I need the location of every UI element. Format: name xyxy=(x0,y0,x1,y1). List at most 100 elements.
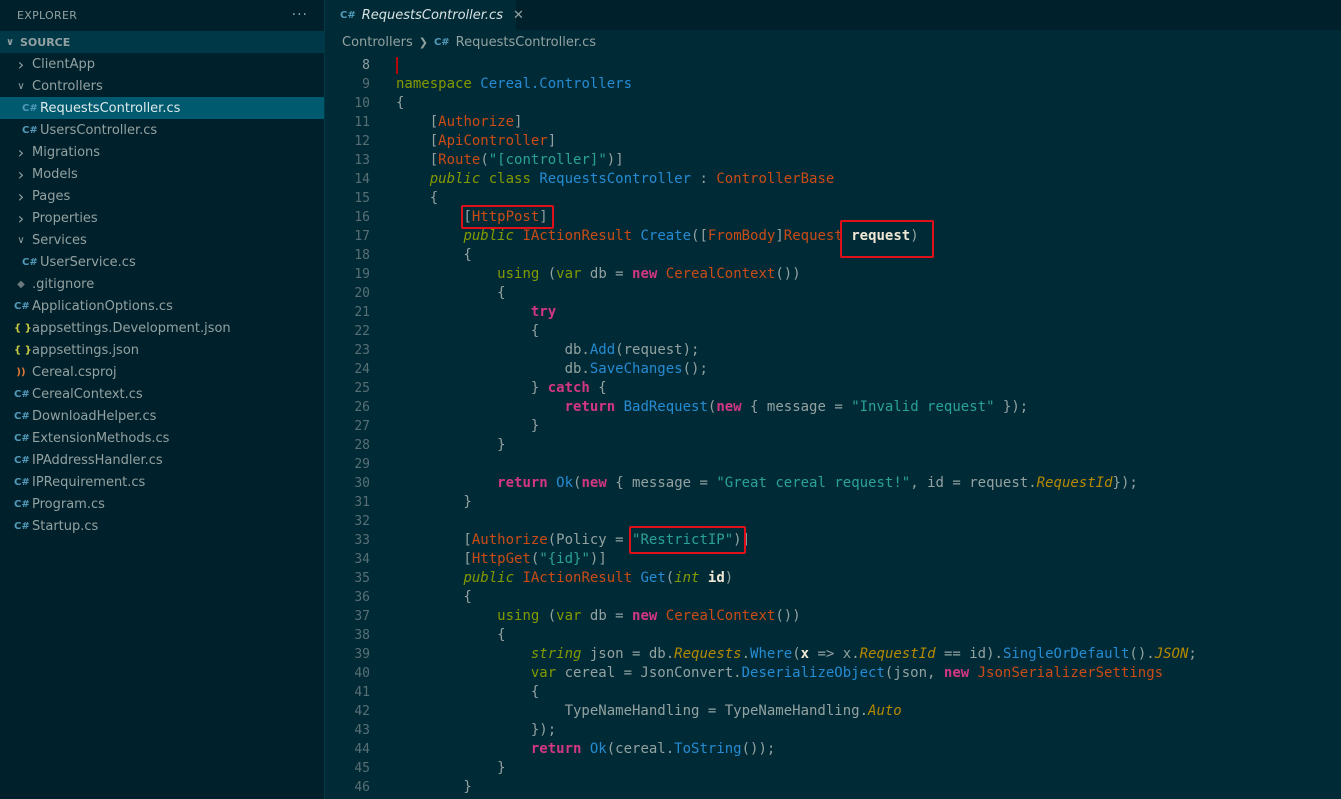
line-number: 35 xyxy=(354,571,370,586)
folder-models[interactable]: › Models xyxy=(0,163,324,185)
file-program-cs[interactable]: C# Program.cs xyxy=(0,493,324,515)
code-line[interactable] xyxy=(396,455,1341,474)
code-line[interactable]: } xyxy=(396,759,1341,778)
file-appsettings-development-json[interactable]: { } appsettings.Development.json xyxy=(0,317,324,339)
line-number: 38 xyxy=(354,628,370,643)
cs-file-icon: C# xyxy=(14,410,30,422)
code-token: [ xyxy=(396,551,472,567)
code-line[interactable]: db.Add(request); xyxy=(396,341,1341,360)
code-line[interactable]: namespace Cereal.Controllers xyxy=(396,75,1341,94)
chevron-down-icon: ∨ xyxy=(17,234,25,246)
code-line[interactable]: { xyxy=(396,322,1341,341)
code-line[interactable]: } xyxy=(396,493,1341,512)
line-number: 39 xyxy=(354,647,370,662)
file-applicationoptions-cs[interactable]: C# ApplicationOptions.cs xyxy=(0,295,324,317)
folder-controllers[interactable]: ∨ Controllers xyxy=(0,75,324,97)
code-line[interactable]: public class RequestsController : Contro… xyxy=(396,170,1341,189)
code-line[interactable]: { xyxy=(396,94,1341,113)
code-token: ( xyxy=(480,152,489,168)
code-line[interactable] xyxy=(396,56,1341,75)
code-editor[interactable]: 8 9 10 11 12 13 14 15 16 17 18 19 20 21 22 23 24 25 26 27 28… xyxy=(326,56,1341,799)
line-number: 13 xyxy=(354,153,370,168)
code-line[interactable]: [ApiController] xyxy=(396,132,1341,151)
folder-clientapp[interactable]: › ClientApp xyxy=(0,53,324,75)
code-line[interactable]: [Authorize(Policy = "RestrictIP")] xyxy=(396,531,1341,550)
code-token: Authorize xyxy=(438,114,515,130)
code-token: } xyxy=(396,418,540,434)
code-line[interactable]: [Route("[controller]")] xyxy=(396,151,1341,170)
line-number: 40 xyxy=(354,666,370,681)
code-line[interactable]: { xyxy=(396,683,1341,702)
code-line[interactable]: { xyxy=(396,626,1341,645)
code-line[interactable]: return Ok(cereal.ToString()); xyxy=(396,740,1341,759)
code-token: { message = xyxy=(615,475,717,491)
file-downloadhelper-cs[interactable]: C# DownloadHelper.cs xyxy=(0,405,324,427)
code-line[interactable]: try xyxy=(396,303,1341,322)
code-token: } xyxy=(396,779,472,795)
code-line[interactable]: return Ok(new { message = "Great cereal … xyxy=(396,474,1341,493)
code-token: : xyxy=(699,171,717,187)
file-iprequirement-cs[interactable]: C# IPRequirement.cs xyxy=(0,471,324,493)
folder-properties[interactable]: › Properties xyxy=(0,207,324,229)
code-line[interactable]: return BadRequest(new { message = "Inval… xyxy=(396,398,1341,417)
code-lines[interactable]: namespace Cereal.Controllers{ [Authorize… xyxy=(396,56,1341,797)
code-line[interactable]: using (var db = new CerealContext()) xyxy=(396,265,1341,284)
code-token: (request); xyxy=(615,342,700,358)
source-section-header[interactable]: ∨ SOURCE xyxy=(0,31,324,53)
line-number: 30 xyxy=(354,476,370,491)
code-token: } xyxy=(396,760,506,776)
code-line[interactable]: var cereal = JsonConvert.DeserializeObje… xyxy=(396,664,1341,683)
line-number: 43 xyxy=(354,723,370,738)
code-token: Route xyxy=(438,152,481,168)
code-line[interactable]: using (var db = new CerealContext()) xyxy=(396,607,1341,626)
code-line[interactable]: } xyxy=(396,778,1341,797)
code-line[interactable]: { xyxy=(396,284,1341,303)
code-line[interactable]: [HttpGet("{id}")] xyxy=(396,550,1341,569)
file-cereal-csproj[interactable]: )) Cereal.csproj xyxy=(0,361,324,383)
tab-requestscontroller[interactable]: C# RequestsController.cs ✕ xyxy=(326,0,524,30)
csharp-file-icon: C# xyxy=(433,36,450,48)
code-line[interactable]: { xyxy=(396,588,1341,607)
code-token: ( xyxy=(547,608,557,624)
code-line[interactable]: db.SaveChanges(); xyxy=(396,360,1341,379)
line-number: 24 xyxy=(354,362,370,377)
tree-item-label: Pages xyxy=(32,188,71,204)
folder-migrations[interactable]: › Migrations xyxy=(0,141,324,163)
breadcrumb-file[interactable]: RequestsController.cs xyxy=(456,35,596,50)
tree-item-label: Migrations xyxy=(32,144,101,160)
file-ipaddresshandler-cs[interactable]: C# IPAddressHandler.cs xyxy=(0,449,324,471)
file-requestscontroller-cs[interactable]: C# RequestsController.cs xyxy=(0,97,324,119)
line-number: 12 xyxy=(354,134,370,149)
code-token: ([ xyxy=(691,228,708,244)
code-token: { xyxy=(396,323,540,339)
code-line[interactable]: [Authorize] xyxy=(396,113,1341,132)
folder-services[interactable]: ∨ Services xyxy=(0,229,324,251)
file-userservice-cs[interactable]: C# UserService.cs xyxy=(0,251,324,273)
file-gitignore[interactable]: ◆ .gitignore xyxy=(0,273,324,295)
file-extensionmethods-cs[interactable]: C# ExtensionMethods.cs xyxy=(0,427,324,449)
code-token: JsonSerializerSettings xyxy=(977,665,1164,681)
code-line[interactable]: } catch { xyxy=(396,379,1341,398)
code-line[interactable] xyxy=(396,512,1341,531)
tree-item-label: Cereal.csproj xyxy=(32,364,117,380)
more-actions-icon[interactable]: ··· xyxy=(292,7,308,23)
code-line[interactable]: public IActionResult Get(int id) xyxy=(396,569,1341,588)
tab-bar: C# RequestsController.cs ✕ xyxy=(326,0,1341,30)
code-token: Create xyxy=(640,228,692,244)
close-icon[interactable]: ✕ xyxy=(513,8,524,23)
code-token: Authorize xyxy=(471,532,548,548)
code-line[interactable]: }); xyxy=(396,721,1341,740)
file-appsettings-json[interactable]: { } appsettings.json xyxy=(0,339,324,361)
code-line[interactable]: } xyxy=(396,436,1341,455)
file-startup-cs[interactable]: C# Startup.cs xyxy=(0,515,324,537)
code-line[interactable]: } xyxy=(396,417,1341,436)
folder-pages[interactable]: › Pages xyxy=(0,185,324,207)
code-token: == id). xyxy=(935,646,1003,662)
file-cerealcontext-cs[interactable]: C# CerealContext.cs xyxy=(0,383,324,405)
code-line[interactable]: string json = db.Requests.Where(x => x.R… xyxy=(396,645,1341,664)
code-line[interactable]: TypeNameHandling = TypeNameHandling.Auto xyxy=(396,702,1341,721)
breadcrumb-folder[interactable]: Controllers xyxy=(342,35,413,50)
file-userscontroller-cs[interactable]: C# UsersController.cs xyxy=(0,119,324,141)
